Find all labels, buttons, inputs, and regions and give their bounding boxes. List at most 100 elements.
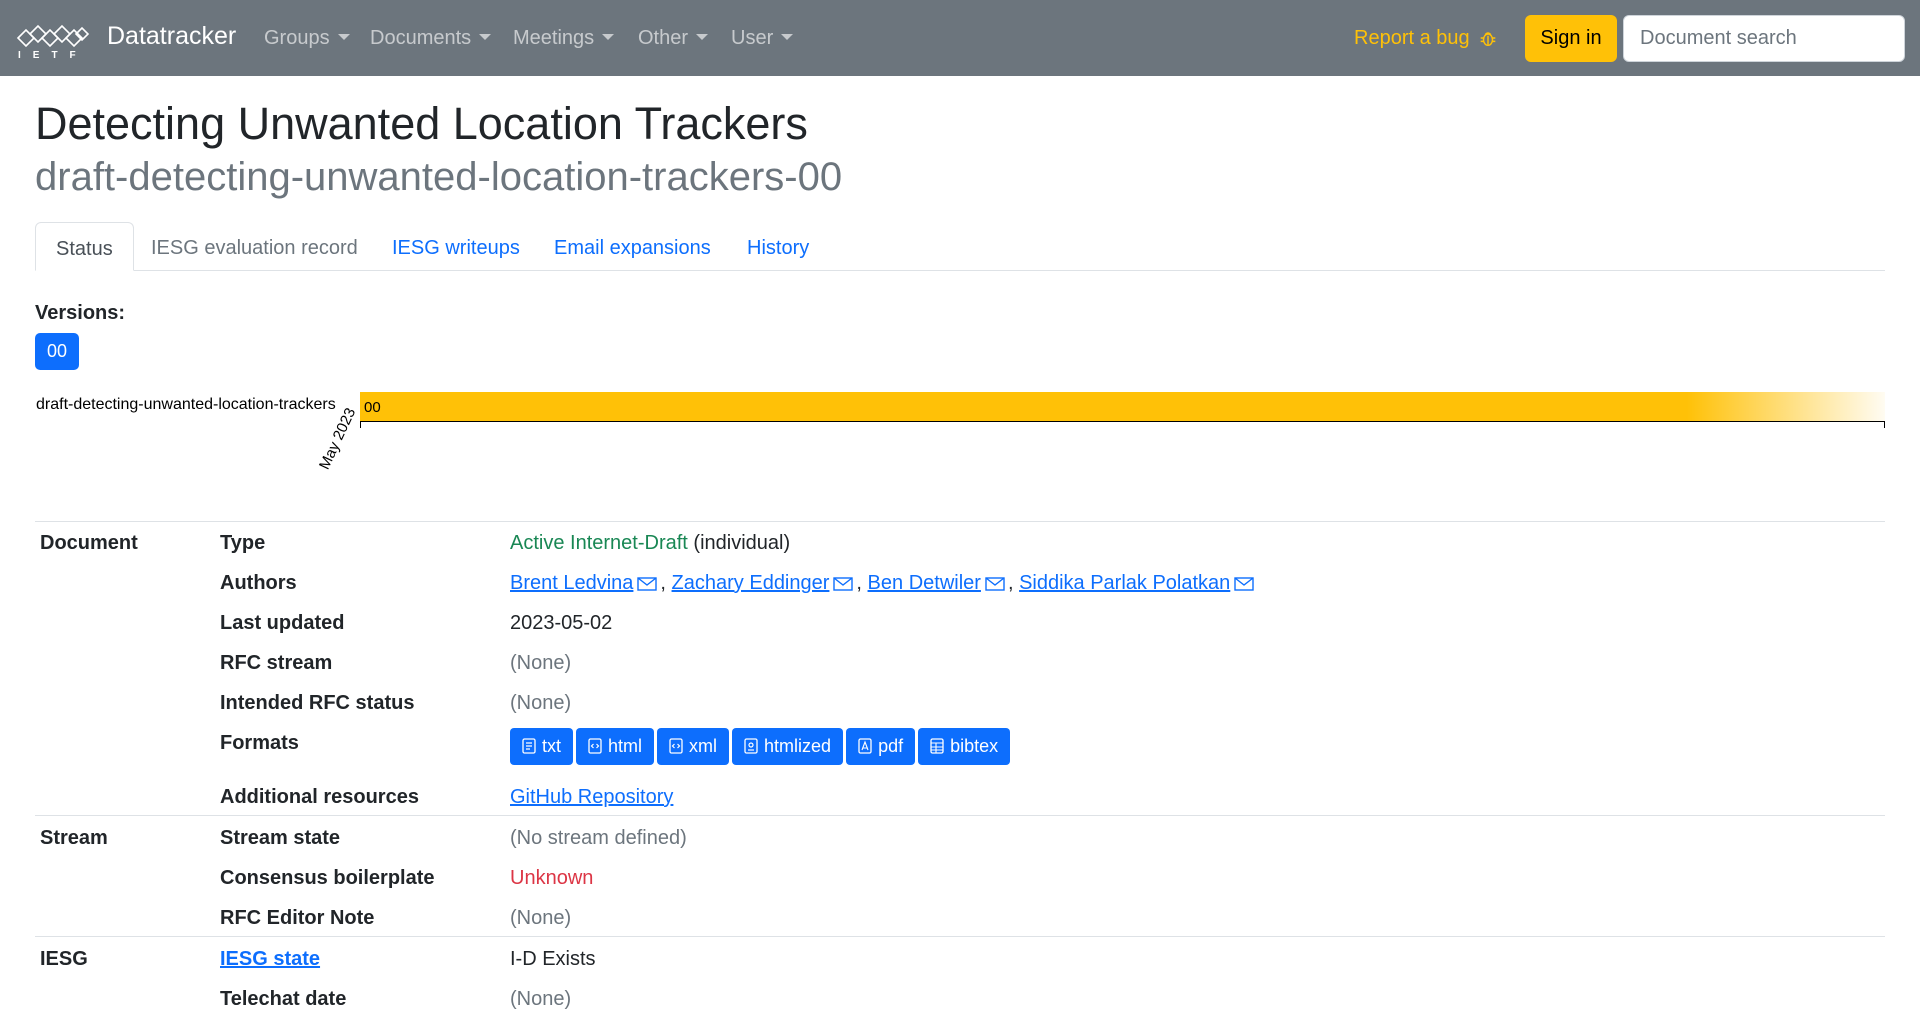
type-key: Type xyxy=(220,532,266,554)
document-title: Detecting Unwanted Location Trackers xyxy=(35,98,808,149)
nav-menu-label: Other xyxy=(638,27,689,49)
tab-email-expansions[interactable]: Email expansions xyxy=(534,222,731,271)
formats-buttons: txt html xml htmlized pdf bibtex xyxy=(510,728,1013,765)
iesg-state-key: IESG state xyxy=(220,948,320,971)
format-label: xml xyxy=(689,736,718,756)
caret-down-icon xyxy=(781,34,794,40)
rfc-editor-note-key: RFC Editor Note xyxy=(220,907,375,929)
iesg-state-link[interactable]: IESG state xyxy=(220,948,320,970)
nav-menu-label: Meetings xyxy=(513,27,595,49)
section-divider xyxy=(35,521,1885,522)
github-repository-link[interactable]: GitHub Repository xyxy=(510,786,673,808)
format-label: txt xyxy=(542,736,562,756)
ietf-logo-icon[interactable]: IETF xyxy=(14,16,92,61)
bug-icon xyxy=(1480,32,1496,47)
intended-status-key: Intended RFC status xyxy=(220,692,415,714)
file-code-icon xyxy=(588,738,602,754)
nav-menu-meetings[interactable]: Meetings xyxy=(513,27,615,50)
intended-status-value: (None) xyxy=(510,692,572,714)
stream-state-key: Stream state xyxy=(220,827,341,849)
section-divider xyxy=(35,936,1885,937)
document-name: draft-detecting-unwanted-location-tracke… xyxy=(35,155,843,199)
rfc-editor-note-value: (None) xyxy=(510,907,572,929)
tab-iesg-writeups[interactable]: IESG writeups xyxy=(372,222,540,271)
type-status: Active Internet-Draft xyxy=(510,532,688,554)
envelope-icon[interactable] xyxy=(1234,576,1254,592)
file-richtext-icon xyxy=(744,738,758,754)
format-label: pdf xyxy=(878,736,904,756)
envelope-icon[interactable] xyxy=(985,576,1005,592)
section-document: Document xyxy=(40,532,138,554)
author-separator: , xyxy=(660,572,666,594)
consensus-key: Consensus boilerplate xyxy=(220,867,435,889)
additional-resources-key: Additional resources xyxy=(220,786,419,808)
format-label: bibtex xyxy=(950,736,999,756)
document-search-input[interactable] xyxy=(1623,15,1905,62)
caret-down-icon xyxy=(337,34,350,40)
nav-menu-label: User xyxy=(731,27,774,49)
author-separator: , xyxy=(1007,572,1014,594)
timeline-axis-tick xyxy=(360,421,361,428)
table-icon xyxy=(930,738,944,754)
format-label: htmlized xyxy=(764,736,832,756)
consensus-value: Unknown xyxy=(510,867,594,889)
navbar: IETF Datatracker Groups Documents Meetin… xyxy=(0,0,1920,76)
author-link[interactable]: Brent Ledvina xyxy=(510,572,633,594)
author-link[interactable]: Zachary Eddinger xyxy=(672,572,830,594)
authors-value: Brent Ledvina, Zachary Eddinger, Ben Det… xyxy=(510,572,1257,595)
report-bug-label: Report a bug xyxy=(1354,27,1470,49)
nav-menu-other[interactable]: Other xyxy=(638,27,709,50)
timeline-draft-label: draft-detecting-unwanted-location-tracke… xyxy=(36,396,336,413)
format-button-bibtex[interactable]: bibtex xyxy=(918,728,1011,765)
report-bug-link[interactable]: Report a bug xyxy=(1354,27,1497,50)
caret-down-icon xyxy=(602,34,615,40)
nav-menu-label: Documents xyxy=(370,27,472,49)
last-updated-value: 2023-05-02 xyxy=(510,612,613,634)
stream-state-value: (No stream defined) xyxy=(510,827,687,849)
format-label: html xyxy=(608,736,643,756)
brand-link[interactable]: Datatracker xyxy=(107,22,236,51)
author-separator: , xyxy=(856,572,862,594)
tab-iesg-evaluation-record: IESG evaluation record xyxy=(151,237,358,259)
telechat-date-key: Telechat date xyxy=(220,988,347,1010)
formats-key: Formats xyxy=(220,732,299,754)
rfc-stream-value: (None) xyxy=(510,652,572,674)
nav-menu-groups[interactable]: Groups xyxy=(264,27,350,50)
format-button-txt[interactable]: txt xyxy=(510,728,574,765)
rfc-stream-key: RFC stream xyxy=(220,652,333,674)
nav-menu-label: Groups xyxy=(264,27,330,49)
format-button-xml[interactable]: xml xyxy=(657,728,730,765)
section-iesg: IESG xyxy=(40,948,88,970)
envelope-icon[interactable] xyxy=(637,576,658,592)
tab-history[interactable]: History xyxy=(727,222,829,271)
timeline-bar-label: 00 xyxy=(364,399,381,416)
additional-resources-value: GitHub Repository xyxy=(510,786,673,809)
tab-status[interactable]: Status xyxy=(35,222,134,271)
sign-in-button[interactable]: Sign in xyxy=(1525,15,1617,62)
timeline-axis xyxy=(360,421,1885,422)
nav-menu-documents[interactable]: Documents xyxy=(370,27,492,50)
versions-label: Versions: xyxy=(35,302,126,324)
timeline-bar[interactable] xyxy=(360,392,1885,421)
caret-down-icon xyxy=(479,34,492,40)
file-text-icon xyxy=(522,738,536,754)
nav-menu-user[interactable]: User xyxy=(731,27,794,50)
format-button-pdf[interactable]: pdf xyxy=(846,728,916,765)
timeline-tick-label: May 2023 xyxy=(316,405,360,473)
telechat-date-value: (None) xyxy=(510,988,572,1010)
envelope-icon[interactable] xyxy=(833,576,854,592)
section-divider xyxy=(35,815,1885,816)
last-updated-key: Last updated xyxy=(220,612,345,634)
iesg-state-value: I-D Exists xyxy=(510,948,596,970)
type-value: Active Internet-Draft (individual) xyxy=(510,532,790,555)
author-link[interactable]: Ben Detwiler xyxy=(868,572,981,594)
timeline-axis-tick xyxy=(1884,421,1885,428)
format-button-html[interactable]: html xyxy=(576,728,655,765)
authors-key: Authors xyxy=(220,572,297,594)
format-button-htmlized[interactable]: htmlized xyxy=(732,728,844,765)
caret-down-icon xyxy=(696,34,709,40)
author-link[interactable]: Siddika Parlak Polatkan xyxy=(1019,572,1230,594)
file-pdf-icon xyxy=(858,738,872,754)
logo-text: IETF xyxy=(18,50,88,60)
version-button-00[interactable]: 00 xyxy=(35,333,79,370)
